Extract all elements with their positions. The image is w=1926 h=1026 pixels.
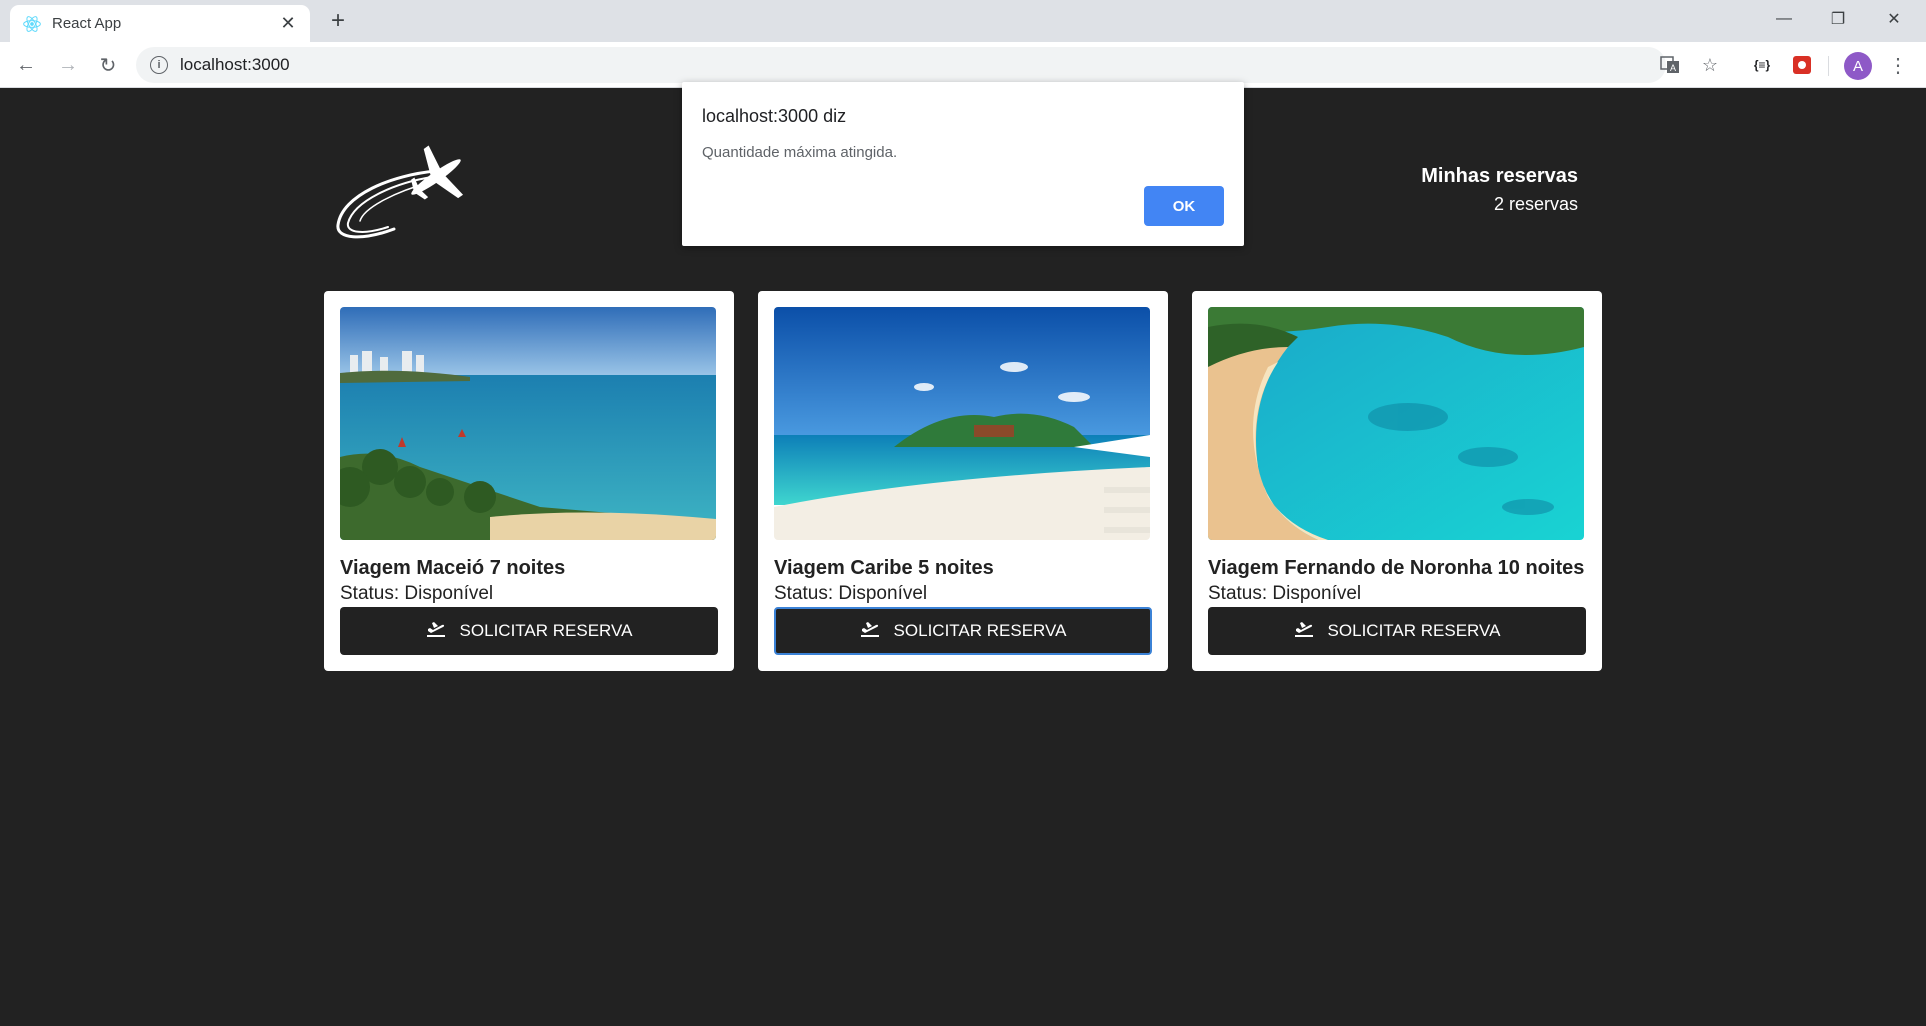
- dialog-ok-button[interactable]: OK: [1144, 186, 1224, 226]
- trip-image-caribe: [774, 307, 1150, 540]
- translate-icon[interactable]: A: [1656, 51, 1684, 79]
- button-label: SOLICITAR RESERVA: [459, 621, 633, 640]
- info-icon[interactable]: i: [150, 56, 168, 74]
- tab-close-icon[interactable]: ✕: [278, 13, 298, 34]
- menu-kebab-icon[interactable]: ⋮: [1884, 51, 1912, 79]
- extension-icon[interactable]: [1788, 51, 1816, 79]
- extension-json-icon[interactable]: {≡}: [1748, 51, 1776, 79]
- forward-icon[interactable]: →: [52, 49, 84, 81]
- browser-tab-strip: React App ✕ + — ❐ ✕: [0, 0, 1926, 42]
- airplane-logo[interactable]: [332, 129, 478, 245]
- trip-image-maceio: [340, 307, 716, 540]
- new-tab-icon[interactable]: +: [324, 7, 352, 35]
- tab-title: React App: [52, 15, 122, 32]
- close-window-icon[interactable]: ✕: [1866, 0, 1922, 38]
- back-icon[interactable]: ←: [10, 49, 42, 81]
- react-icon: [22, 14, 42, 34]
- request-reservation-button[interactable]: SOLICITAR RESERVA: [774, 607, 1152, 655]
- request-reservation-button[interactable]: SOLICITAR RESERVA: [1208, 607, 1586, 655]
- trip-card: Viagem Maceió 7 noites Status: Disponíve…: [324, 291, 734, 671]
- flight-takeoff-icon: [426, 620, 446, 643]
- trip-card: Viagem Caribe 5 noites Status: Disponíve…: [758, 291, 1168, 671]
- reload-icon[interactable]: ↻: [92, 49, 124, 81]
- address-bar[interactable]: i localhost:3000: [136, 47, 1666, 83]
- my-reservations-title: Minhas reservas: [1421, 165, 1578, 187]
- my-reservations-link[interactable]: Minhas reservas 2 reservas: [1421, 165, 1578, 215]
- reservations-count: 2 reservas: [1493, 194, 1578, 214]
- minimize-icon[interactable]: —: [1756, 0, 1812, 38]
- toolbar-divider: [1828, 56, 1829, 76]
- alert-dialog: localhost:3000 diz Quantidade máxima ati…: [682, 82, 1244, 246]
- restore-icon[interactable]: ❐: [1810, 0, 1866, 38]
- flight-takeoff-icon: [1294, 620, 1314, 643]
- trip-title: Viagem Caribe 5 noites: [774, 557, 994, 579]
- button-label: SOLICITAR RESERVA: [893, 621, 1067, 640]
- flight-takeoff-icon: [860, 620, 880, 643]
- trip-card: Viagem Fernando de Noronha 10 noites Sta…: [1192, 291, 1602, 671]
- url-text: localhost:3000: [180, 55, 290, 74]
- trip-title: Viagem Fernando de Noronha 10 noites: [1208, 557, 1585, 579]
- trip-status: Status: Disponível: [774, 583, 928, 604]
- bookmark-star-icon[interactable]: ☆: [1696, 51, 1724, 79]
- profile-avatar[interactable]: A: [1844, 52, 1872, 80]
- svg-text:A: A: [1670, 63, 1676, 73]
- dialog-title: localhost:3000 diz: [702, 106, 847, 126]
- dialog-message: Quantidade máxima atingida.: [702, 144, 898, 161]
- trip-title: Viagem Maceió 7 noites: [340, 557, 566, 579]
- request-reservation-button[interactable]: SOLICITAR RESERVA: [340, 607, 718, 655]
- trip-status: Status: Disponível: [1208, 583, 1362, 604]
- trip-status: Status: Disponível: [340, 583, 494, 604]
- browser-tab[interactable]: React App ✕: [10, 5, 310, 42]
- trip-image-noronha: [1208, 307, 1584, 540]
- button-label: SOLICITAR RESERVA: [1327, 621, 1501, 640]
